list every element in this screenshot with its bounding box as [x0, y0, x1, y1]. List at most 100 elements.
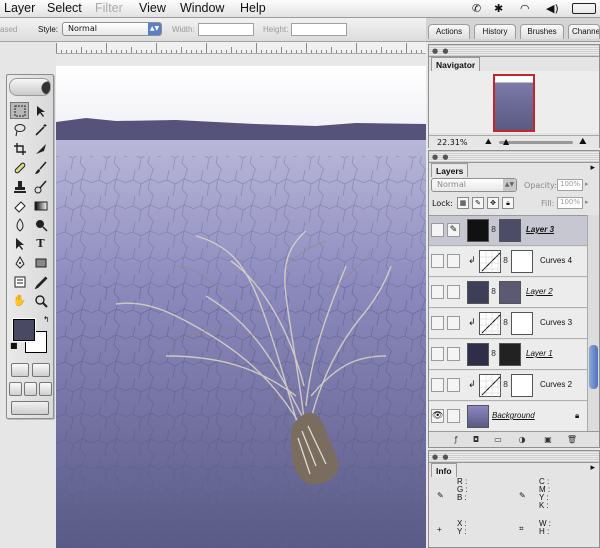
quickmask-mode-button[interactable] — [32, 363, 50, 377]
menu-view[interactable]: View — [139, 1, 166, 15]
layer-name[interactable]: Curves 3 — [540, 318, 572, 327]
visibility-toggle[interactable] — [431, 347, 444, 361]
fill-arrow-icon[interactable]: ▸ — [585, 198, 589, 206]
zoom-slider[interactable] — [499, 141, 573, 144]
link-slot[interactable] — [447, 347, 460, 361]
navigator-titlebar[interactable]: ● ● — [429, 45, 599, 57]
bluetooth-icon[interactable]: ✱ — [494, 2, 503, 15]
notes-icon[interactable] — [10, 273, 29, 290]
blur-icon[interactable] — [10, 216, 29, 233]
layers-tab[interactable]: Layers — [431, 163, 469, 177]
new-adjustment-layer-icon[interactable]: ◑ — [515, 435, 529, 447]
layer-row[interactable]: ✎ 8 Layer 3 — [429, 216, 587, 246]
link-slot[interactable] — [447, 316, 460, 330]
layer-row[interactable]: 👁︎ Background 🔒︎ — [429, 402, 587, 431]
navigator-view-box[interactable] — [493, 74, 535, 132]
battery-icon[interactable] — [572, 3, 596, 14]
width-field[interactable] — [198, 23, 254, 36]
zoom-icon[interactable] — [31, 292, 50, 309]
gradient-icon[interactable] — [31, 197, 50, 214]
info-tab[interactable]: Info — [431, 463, 457, 477]
slice-icon[interactable] — [31, 140, 50, 157]
zoom-slider-thumb[interactable]: ▲ — [503, 137, 509, 146]
jump-to-imageready-button[interactable] — [11, 401, 49, 415]
layer-row[interactable]: 8 Layer 1 — [429, 340, 587, 370]
eye-icon[interactable]: 👁︎ — [431, 409, 444, 423]
tab-channels[interactable]: Channe — [568, 24, 600, 39]
layers-scrollbar[interactable] — [587, 215, 599, 431]
visibility-toggle[interactable] — [431, 254, 444, 268]
lock-transparency-icon[interactable]: ▦ — [457, 197, 469, 209]
menu-window[interactable]: Window — [180, 1, 224, 15]
opacity-arrow-icon[interactable]: ▸ — [585, 180, 589, 188]
link-slot[interactable] — [447, 254, 460, 268]
layer-name[interactable]: Curves 4 — [540, 256, 572, 265]
menu-select[interactable]: Select — [47, 1, 82, 15]
fill-field[interactable]: 100% — [557, 197, 583, 209]
toolbox-logo[interactable] — [9, 78, 51, 96]
eyedropper-icon[interactable] — [31, 273, 50, 290]
visibility-toggle[interactable] — [431, 316, 444, 330]
swap-colors-icon[interactable]: ↰ — [43, 315, 50, 324]
info-menu-icon[interactable]: ▸ — [590, 463, 595, 473]
hand-icon[interactable]: ✋ — [10, 292, 29, 309]
scrollbar-thumb[interactable] — [589, 345, 598, 389]
dodge-icon[interactable] — [31, 216, 50, 233]
menu-filter[interactable]: Filter — [95, 1, 123, 15]
navigator-tab[interactable]: Navigator — [431, 57, 481, 71]
standard-mode-button[interactable] — [11, 363, 29, 377]
lock-position-icon[interactable]: ✥ — [487, 197, 499, 209]
brush-icon[interactable]: ✎ — [447, 223, 460, 237]
layer-name[interactable]: Curves 2 — [540, 380, 572, 389]
eraser-icon[interactable] — [10, 197, 29, 214]
history-brush-icon[interactable] — [31, 178, 50, 195]
lasso-icon[interactable] — [10, 121, 29, 138]
layer-row[interactable]: 8 Layer 2 — [429, 278, 587, 308]
type-icon[interactable]: T — [31, 235, 50, 252]
layer-row[interactable]: ↲ 8 Curves 3 — [429, 309, 587, 339]
opacity-field[interactable]: 100% — [557, 179, 583, 191]
brush-icon[interactable] — [31, 159, 50, 176]
style-select[interactable]: Normal ▲▼ — [62, 22, 162, 36]
move-icon[interactable] — [31, 102, 50, 119]
tab-actions[interactable]: Actions — [428, 24, 470, 39]
link-slot[interactable] — [447, 378, 460, 392]
shape-icon[interactable] — [31, 254, 50, 271]
new-set-icon[interactable]: ▭ — [491, 435, 505, 447]
layer-name[interactable]: Layer 2 — [526, 287, 553, 296]
lock-all-icon[interactable]: 🔒︎ — [502, 197, 514, 209]
layer-row[interactable]: ↲ 8 Curves 2 — [429, 371, 587, 401]
path-select-icon[interactable] — [10, 235, 29, 252]
zoom-out-icon[interactable]: ⛰ — [485, 137, 492, 147]
healing-icon[interactable] — [10, 159, 29, 176]
link-slot[interactable] — [447, 285, 460, 299]
screen-mode-full-menu[interactable] — [24, 382, 37, 396]
layer-name[interactable]: Layer 3 — [526, 225, 554, 234]
blend-mode-select[interactable]: Normal ▲▼ — [431, 178, 517, 192]
layer-name[interactable]: Background — [492, 411, 535, 420]
default-colors-icon[interactable]: ■ — [10, 341, 18, 350]
magic-wand-icon[interactable] — [31, 121, 50, 138]
visibility-toggle[interactable] — [431, 285, 444, 299]
menu-layer[interactable]: Layer — [4, 1, 35, 15]
zoom-in-icon[interactable]: ⛰ — [579, 137, 587, 147]
tab-brushes[interactable]: Brushes — [520, 24, 564, 39]
screen-mode-standard[interactable] — [9, 382, 22, 396]
layer-name[interactable]: Layer 1 — [526, 349, 553, 358]
layers-titlebar[interactable]: ● ● — [429, 151, 599, 163]
tab-history[interactable]: History — [474, 24, 516, 39]
stamp-icon[interactable] — [10, 178, 29, 195]
marquee-icon[interactable] — [10, 102, 29, 119]
phone-icon[interactable]: ✆ — [472, 2, 481, 15]
menu-help[interactable]: Help — [240, 1, 266, 15]
volume-icon[interactable]: ◀) — [546, 2, 559, 15]
visibility-toggle[interactable] — [431, 378, 444, 392]
height-field[interactable] — [291, 23, 347, 36]
crop-icon[interactable] — [10, 140, 29, 157]
panel-menu-icon[interactable]: ▸ — [590, 163, 595, 173]
document-canvas[interactable] — [56, 66, 426, 548]
pen-icon[interactable] — [10, 254, 29, 271]
zoom-value[interactable]: 22.31% — [437, 138, 468, 147]
add-mask-icon[interactable]: ◘ — [469, 435, 483, 447]
info-titlebar[interactable]: ● ● — [429, 451, 599, 463]
